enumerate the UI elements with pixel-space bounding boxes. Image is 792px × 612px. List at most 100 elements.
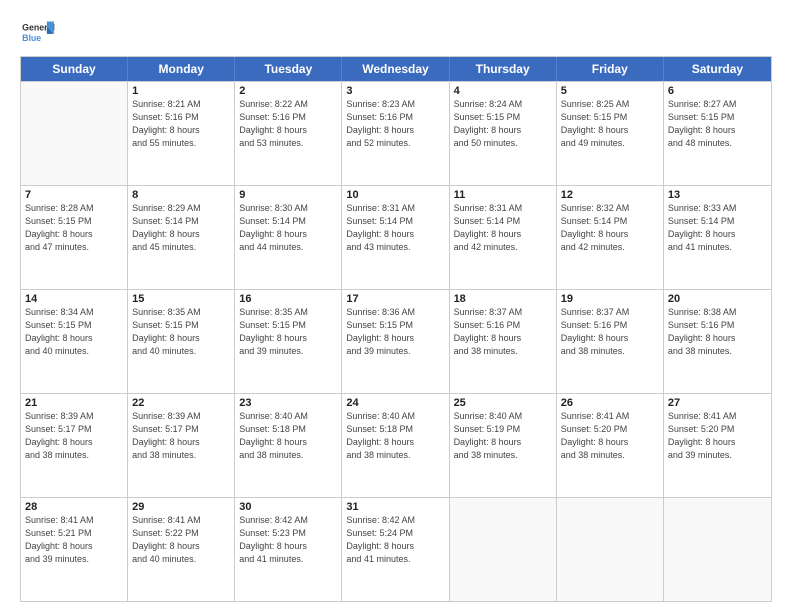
calendar-cell: 26Sunrise: 8:41 AMSunset: 5:20 PMDayligh… xyxy=(557,394,664,497)
day-number: 28 xyxy=(25,501,123,513)
day-number: 7 xyxy=(25,189,123,201)
cell-info: Daylight: 8 hours xyxy=(25,540,123,553)
cell-info: and 39 minutes. xyxy=(346,345,444,358)
cell-info: Daylight: 8 hours xyxy=(346,124,444,137)
calendar-cell: 12Sunrise: 8:32 AMSunset: 5:14 PMDayligh… xyxy=(557,186,664,289)
cell-info: Daylight: 8 hours xyxy=(454,332,552,345)
cell-info: Sunrise: 8:27 AM xyxy=(668,98,767,111)
cell-info: Sunrise: 8:38 AM xyxy=(668,306,767,319)
cell-info: and 38 minutes. xyxy=(239,449,337,462)
calendar-cell: 29Sunrise: 8:41 AMSunset: 5:22 PMDayligh… xyxy=(128,498,235,601)
calendar-week-5: 28Sunrise: 8:41 AMSunset: 5:21 PMDayligh… xyxy=(21,497,771,601)
cell-info: Daylight: 8 hours xyxy=(25,436,123,449)
cell-info: Sunrise: 8:41 AM xyxy=(132,514,230,527)
day-number: 16 xyxy=(239,293,337,305)
day-number: 30 xyxy=(239,501,337,513)
cell-info: and 53 minutes. xyxy=(239,137,337,150)
cell-info: Sunset: 5:23 PM xyxy=(239,527,337,540)
cell-info: and 40 minutes. xyxy=(132,553,230,566)
calendar-cell: 25Sunrise: 8:40 AMSunset: 5:19 PMDayligh… xyxy=(450,394,557,497)
cell-info: Daylight: 8 hours xyxy=(346,540,444,553)
cell-info: Sunset: 5:20 PM xyxy=(561,423,659,436)
cell-info: Sunrise: 8:41 AM xyxy=(668,410,767,423)
day-number: 18 xyxy=(454,293,552,305)
cell-info: and 55 minutes. xyxy=(132,137,230,150)
cell-info: Sunset: 5:14 PM xyxy=(454,215,552,228)
cell-info: Daylight: 8 hours xyxy=(668,228,767,241)
calendar-cell: 21Sunrise: 8:39 AMSunset: 5:17 PMDayligh… xyxy=(21,394,128,497)
calendar-cell: 13Sunrise: 8:33 AMSunset: 5:14 PMDayligh… xyxy=(664,186,771,289)
cell-info: Sunset: 5:17 PM xyxy=(132,423,230,436)
calendar-cell: 1Sunrise: 8:21 AMSunset: 5:16 PMDaylight… xyxy=(128,82,235,185)
cell-info: Sunset: 5:24 PM xyxy=(346,527,444,540)
calendar-cell xyxy=(21,82,128,185)
cell-info: Daylight: 8 hours xyxy=(25,228,123,241)
calendar-cell xyxy=(450,498,557,601)
cell-info: Sunrise: 8:40 AM xyxy=(454,410,552,423)
cell-info: Sunset: 5:15 PM xyxy=(25,215,123,228)
cell-info: Sunset: 5:14 PM xyxy=(346,215,444,228)
cell-info: and 39 minutes. xyxy=(25,553,123,566)
calendar-cell: 6Sunrise: 8:27 AMSunset: 5:15 PMDaylight… xyxy=(664,82,771,185)
day-number: 19 xyxy=(561,293,659,305)
cell-info: Daylight: 8 hours xyxy=(239,124,337,137)
cell-info: Sunset: 5:16 PM xyxy=(561,319,659,332)
day-number: 6 xyxy=(668,85,767,97)
cell-info: and 42 minutes. xyxy=(454,241,552,254)
calendar-cell: 3Sunrise: 8:23 AMSunset: 5:16 PMDaylight… xyxy=(342,82,449,185)
cell-info: Daylight: 8 hours xyxy=(346,228,444,241)
cell-info: Daylight: 8 hours xyxy=(668,124,767,137)
cell-info: Daylight: 8 hours xyxy=(454,228,552,241)
cell-info: and 38 minutes. xyxy=(132,449,230,462)
cell-info: Daylight: 8 hours xyxy=(454,124,552,137)
day-number: 17 xyxy=(346,293,444,305)
day-number: 2 xyxy=(239,85,337,97)
cell-info: Sunrise: 8:24 AM xyxy=(454,98,552,111)
cell-info: Daylight: 8 hours xyxy=(132,540,230,553)
cell-info: Sunset: 5:20 PM xyxy=(668,423,767,436)
calendar-cell: 14Sunrise: 8:34 AMSunset: 5:15 PMDayligh… xyxy=(21,290,128,393)
cell-info: Sunrise: 8:31 AM xyxy=(346,202,444,215)
day-number: 22 xyxy=(132,397,230,409)
cell-info: Sunrise: 8:23 AM xyxy=(346,98,444,111)
calendar-cell: 17Sunrise: 8:36 AMSunset: 5:15 PMDayligh… xyxy=(342,290,449,393)
cell-info: Sunset: 5:15 PM xyxy=(132,319,230,332)
calendar: SundayMondayTuesdayWednesdayThursdayFrid… xyxy=(20,56,772,602)
cell-info: Sunset: 5:15 PM xyxy=(346,319,444,332)
cell-info: Sunrise: 8:39 AM xyxy=(132,410,230,423)
cell-info: and 41 minutes. xyxy=(239,553,337,566)
calendar-cell: 10Sunrise: 8:31 AMSunset: 5:14 PMDayligh… xyxy=(342,186,449,289)
cell-info: Sunset: 5:14 PM xyxy=(239,215,337,228)
header-day-tuesday: Tuesday xyxy=(235,57,342,81)
header: General Blue xyxy=(20,18,772,48)
calendar-body: 1Sunrise: 8:21 AMSunset: 5:16 PMDaylight… xyxy=(21,81,771,601)
day-number: 24 xyxy=(346,397,444,409)
cell-info: and 42 minutes. xyxy=(561,241,659,254)
cell-info: Sunset: 5:16 PM xyxy=(239,111,337,124)
cell-info: Sunset: 5:14 PM xyxy=(561,215,659,228)
logo-icon: General Blue xyxy=(20,18,56,48)
calendar-cell: 4Sunrise: 8:24 AMSunset: 5:15 PMDaylight… xyxy=(450,82,557,185)
cell-info: Daylight: 8 hours xyxy=(668,436,767,449)
cell-info: Sunrise: 8:33 AM xyxy=(668,202,767,215)
day-number: 1 xyxy=(132,85,230,97)
calendar-week-3: 14Sunrise: 8:34 AMSunset: 5:15 PMDayligh… xyxy=(21,289,771,393)
cell-info: Sunrise: 8:35 AM xyxy=(132,306,230,319)
day-number: 23 xyxy=(239,397,337,409)
cell-info: Sunset: 5:16 PM xyxy=(346,111,444,124)
cell-info: Sunrise: 8:41 AM xyxy=(561,410,659,423)
calendar-cell: 28Sunrise: 8:41 AMSunset: 5:21 PMDayligh… xyxy=(21,498,128,601)
cell-info: Sunset: 5:16 PM xyxy=(132,111,230,124)
day-number: 4 xyxy=(454,85,552,97)
cell-info: Daylight: 8 hours xyxy=(132,332,230,345)
calendar-header: SundayMondayTuesdayWednesdayThursdayFrid… xyxy=(21,57,771,81)
page: General Blue SundayMondayTuesdayWednesda… xyxy=(0,0,792,612)
cell-info: Sunrise: 8:21 AM xyxy=(132,98,230,111)
cell-info: and 41 minutes. xyxy=(346,553,444,566)
cell-info: and 38 minutes. xyxy=(454,345,552,358)
day-number: 11 xyxy=(454,189,552,201)
cell-info: Sunrise: 8:42 AM xyxy=(346,514,444,527)
cell-info: and 38 minutes. xyxy=(561,345,659,358)
calendar-cell: 24Sunrise: 8:40 AMSunset: 5:18 PMDayligh… xyxy=(342,394,449,497)
calendar-cell: 31Sunrise: 8:42 AMSunset: 5:24 PMDayligh… xyxy=(342,498,449,601)
